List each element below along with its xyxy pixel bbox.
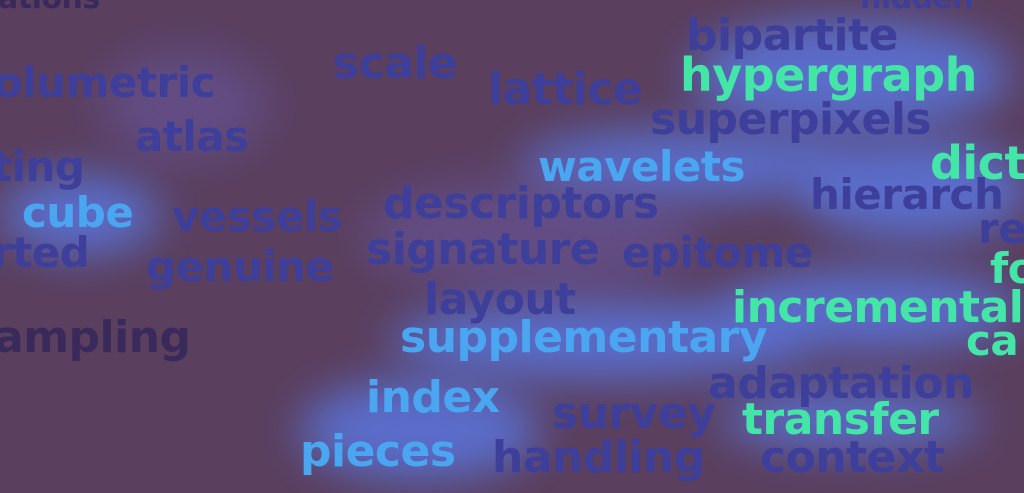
word-context: context	[760, 432, 945, 483]
word-ampling: ampling	[0, 312, 191, 363]
word-signature: signature	[366, 224, 600, 275]
word-pieces: pieces	[300, 426, 456, 477]
word-handling: handling	[492, 432, 705, 483]
word-supplementary: supplementary	[400, 312, 768, 363]
word-scale: scale	[333, 38, 458, 89]
word-ations: ations	[0, 0, 100, 14]
word-survey: survey	[552, 388, 716, 439]
word-superpixels: superpixels	[650, 94, 932, 145]
word-cloud-heatmap: ations hidden bipartite scale olumetric …	[0, 0, 1024, 493]
word-descriptors: descriptors	[383, 178, 659, 229]
word-vessels: vessels	[172, 192, 343, 241]
word-hypergraph: hypergraph	[680, 48, 977, 102]
word-epitome: epitome	[622, 228, 813, 277]
word-hierarch: hierarch	[810, 170, 1004, 219]
word-index: index	[366, 372, 500, 423]
word-lattice: lattice	[488, 64, 643, 115]
word-olumetric: olumetric	[0, 58, 215, 107]
word-rted: rted	[0, 228, 90, 277]
word-ca: ca	[966, 316, 1019, 365]
word-atlas: atlas	[135, 112, 249, 161]
word-ting: ting	[0, 142, 85, 191]
word-genuine: genuine	[146, 242, 334, 291]
